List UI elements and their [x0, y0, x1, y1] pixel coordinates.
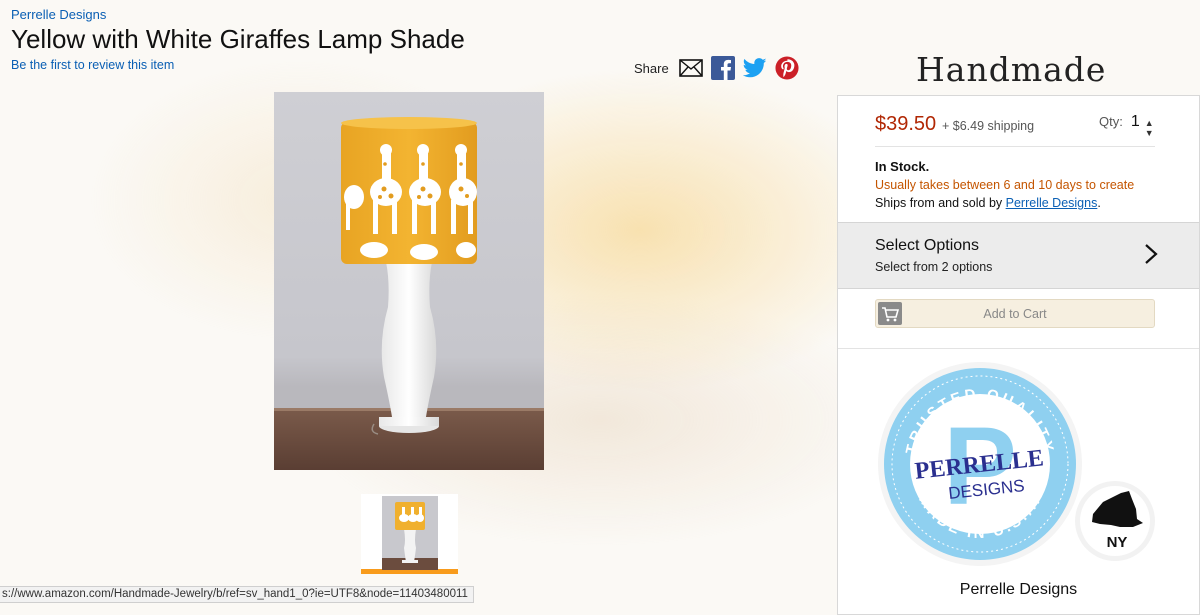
quantity-selector[interactable]: Qty: 1 ▲ ▼ — [1099, 113, 1154, 138]
add-to-cart-label: Add to Cart — [983, 307, 1047, 321]
product-thumbnail[interactable] — [361, 494, 458, 574]
ships-from: Ships from and sold by Perrelle Designs. — [875, 196, 1101, 210]
share-bar: Share — [634, 56, 807, 80]
lamp-illustration — [274, 117, 544, 470]
qty-value: 1 — [1130, 113, 1140, 130]
select-options-button[interactable]: Select Options Select from 2 options — [838, 222, 1199, 289]
ships-prefix: Ships from and sold by — [875, 196, 1006, 210]
browser-status-url: s://www.amazon.com/Handmade-Jewelry/b/re… — [0, 586, 474, 603]
seller-name[interactable]: Perrelle Designs — [838, 581, 1199, 599]
ships-suffix: . — [1097, 196, 1101, 210]
thumbnail-image — [381, 496, 438, 570]
select-options-title: Select Options — [875, 237, 980, 254]
share-label: Share — [634, 60, 669, 76]
buy-box: $39.50 + $6.49 shipping Qty: 1 ▲ ▼ In Sto… — [837, 95, 1200, 615]
product-main-image[interactable] — [274, 92, 544, 470]
twitter-icon[interactable] — [742, 56, 767, 80]
badge-state: NY — [1107, 534, 1128, 551]
brand-link[interactable]: Perrelle Designs — [11, 7, 106, 22]
seller-badge-logo[interactable]: TRUSTED QUALITY MADE IN U.S.A. P PERRELL… — [875, 359, 1165, 574]
divider — [838, 348, 1199, 349]
shipping-cost: + $6.49 shipping — [942, 119, 1035, 133]
divider — [875, 146, 1155, 147]
page-title: Yellow with White Giraffes Lamp Shade — [11, 24, 465, 54]
email-icon[interactable] — [678, 56, 703, 80]
pinterest-icon[interactable] — [775, 56, 799, 80]
stock-status: In Stock. — [875, 159, 930, 174]
facebook-icon[interactable] — [710, 56, 735, 80]
review-link[interactable]: Be the first to review this item — [11, 58, 174, 72]
qty-label: Qty: — [1099, 114, 1123, 129]
lead-time: Usually takes between 6 and 10 days to c… — [875, 178, 1135, 192]
seller-link[interactable]: Perrelle Designs — [1006, 196, 1098, 210]
handmade-logo[interactable]: Handmade — [916, 50, 1106, 89]
add-to-cart-button[interactable]: Add to Cart — [875, 299, 1155, 328]
up-down-arrows-icon: ▲ ▼ — [1144, 118, 1154, 138]
price: $39.50 — [875, 113, 937, 135]
chevron-right-icon — [1144, 243, 1158, 270]
select-options-subtitle: Select from 2 options — [875, 260, 993, 274]
